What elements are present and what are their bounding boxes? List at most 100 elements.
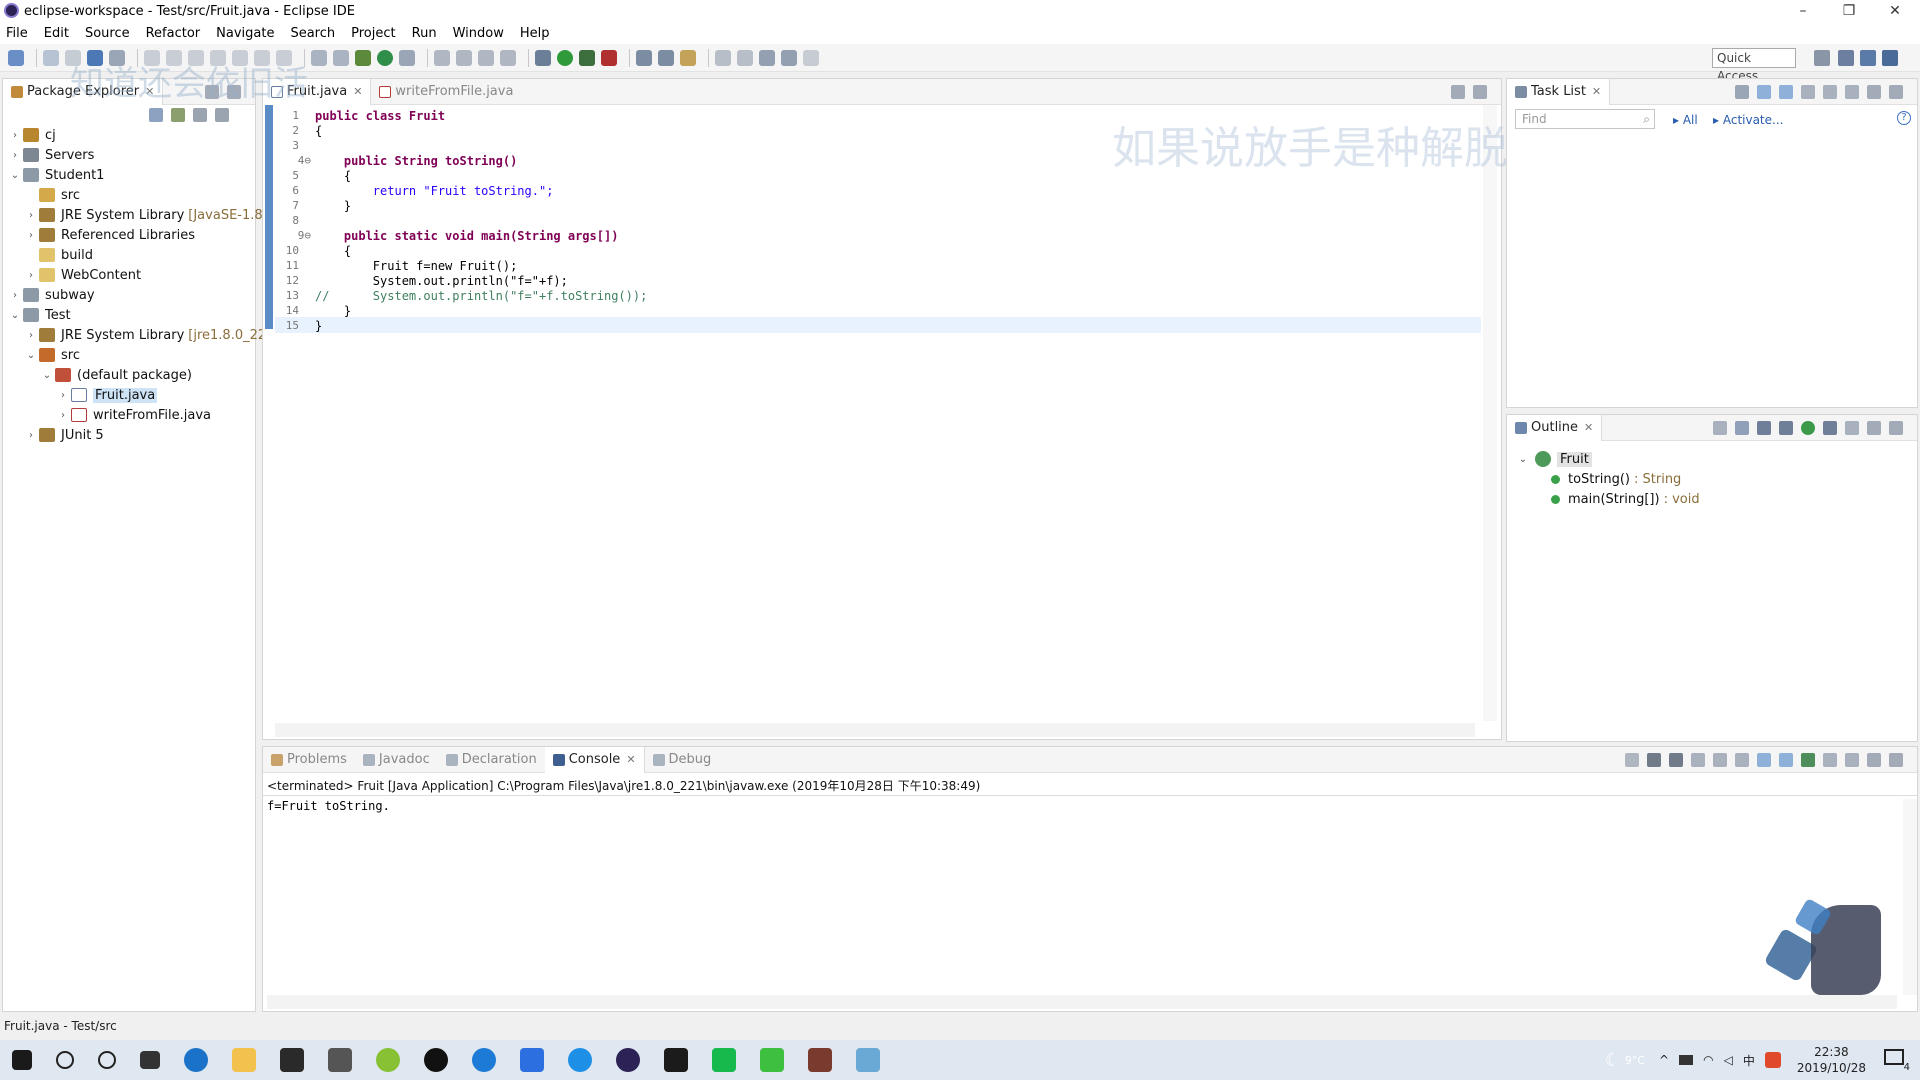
run-icon[interactable] xyxy=(557,49,573,66)
maximize-icon[interactable] xyxy=(1889,752,1903,767)
edge-browser-icon[interactable] xyxy=(184,1048,208,1072)
chevron-right-icon[interactable]: › xyxy=(9,130,21,141)
show-on-stderr-icon[interactable] xyxy=(1779,752,1793,767)
close-icon[interactable]: ✕ xyxy=(626,753,635,766)
debug-perspective-icon[interactable] xyxy=(1860,50,1876,66)
menu-run[interactable]: Run xyxy=(412,26,437,41)
previous-annotation-icon[interactable] xyxy=(737,49,753,66)
maximize-icon[interactable] xyxy=(1473,84,1487,99)
tree-item-referenced-libraries[interactable]: › Referenced Libraries xyxy=(3,225,195,245)
editor-horizontal-scrollbar[interactable] xyxy=(275,723,1475,737)
tab-console[interactable]: Console ✕ xyxy=(544,746,645,773)
store-icon[interactable] xyxy=(280,1048,304,1072)
annotation-next-icon[interactable] xyxy=(680,49,696,66)
categorized-icon[interactable] xyxy=(1757,84,1771,99)
new-java-class-icon[interactable] xyxy=(377,49,393,66)
task-find-input[interactable]: Find ⌕ xyxy=(1515,109,1655,129)
close-icon[interactable]: ✕ xyxy=(353,85,362,98)
new-java-package-icon[interactable] xyxy=(355,49,371,66)
debug-icon[interactable] xyxy=(535,49,551,66)
close-icon[interactable]: ✕ xyxy=(1584,421,1593,434)
task-view-icon[interactable] xyxy=(140,1051,160,1069)
menu-refactor[interactable]: Refactor xyxy=(146,26,201,41)
hide-non-public-icon[interactable] xyxy=(1801,420,1815,435)
file-explorer-icon[interactable] xyxy=(232,1048,256,1072)
chevron-right-icon[interactable]: › xyxy=(25,330,37,341)
volume-icon[interactable]: ◁ xyxy=(1724,1053,1733,1067)
battery-icon[interactable] xyxy=(1679,1055,1694,1065)
pin-console-icon[interactable] xyxy=(1801,752,1815,767)
cortana-icon[interactable] xyxy=(98,1051,116,1069)
terminate-icon[interactable] xyxy=(1625,752,1639,767)
editor-vertical-scrollbar[interactable] xyxy=(1483,105,1497,721)
tab-javadoc[interactable]: Javadoc xyxy=(355,747,438,773)
notification-center-icon[interactable]: 4 xyxy=(1884,1049,1910,1073)
link-with-editor-icon[interactable] xyxy=(171,108,185,122)
focus-on-task-icon[interactable] xyxy=(193,108,207,122)
chevron-down-icon[interactable]: ⌄ xyxy=(9,310,21,321)
save-icon[interactable] xyxy=(43,49,59,66)
menu-project[interactable]: Project xyxy=(351,26,395,41)
menu-search[interactable]: Search xyxy=(290,26,335,41)
focus-icon[interactable] xyxy=(1845,420,1859,435)
iqiyi-icon[interactable] xyxy=(712,1048,736,1072)
sogou-icon[interactable] xyxy=(472,1048,496,1072)
game-icon[interactable] xyxy=(808,1048,832,1072)
chevron-down-icon[interactable]: ⌄ xyxy=(41,370,53,381)
chevron-up-icon[interactable]: ^ xyxy=(1659,1053,1669,1067)
tree-item-junit5[interactable]: › JUnit 5 xyxy=(3,425,104,445)
collapse-all-icon[interactable] xyxy=(149,108,163,122)
scheduled-icon[interactable] xyxy=(1779,84,1793,99)
scroll-lock-icon[interactable] xyxy=(1713,752,1727,767)
code-editor[interactable]: 1 2 3 4⊖ 5 6 7 8 9⊖ 10 11 12 13 14 15 pu… xyxy=(275,105,1481,721)
wifi-icon[interactable]: ◠ xyxy=(1703,1053,1713,1067)
notepad-icon[interactable] xyxy=(856,1048,880,1072)
toggle-mark-occurrences-icon[interactable] xyxy=(434,49,450,66)
tree-item-writefromfile-java[interactable]: › writeFromFile.java xyxy=(3,405,211,425)
chevron-down-icon[interactable]: ⌄ xyxy=(1517,454,1529,465)
chevron-down-icon[interactable]: ⌄ xyxy=(25,350,37,361)
menu-help[interactable]: Help xyxy=(520,26,550,41)
coverage-icon[interactable] xyxy=(579,49,595,66)
tab-outline[interactable]: Outline ✕ xyxy=(1507,414,1603,441)
tree-item-src[interactable]: src xyxy=(3,185,80,205)
minimize-icon[interactable] xyxy=(1867,420,1881,435)
tab-declaration[interactable]: Declaration xyxy=(438,747,545,773)
all-tasks-link[interactable]: ▸ All xyxy=(1673,113,1698,127)
qq-icon[interactable] xyxy=(424,1048,448,1072)
menu-window[interactable]: Window xyxy=(453,26,504,41)
toggle-block-selection-icon[interactable] xyxy=(456,49,472,66)
close-button[interactable]: ✕ xyxy=(1872,0,1918,22)
paragraph-icon[interactable] xyxy=(500,49,516,66)
next-annotation-icon[interactable] xyxy=(715,49,731,66)
chevron-right-icon[interactable]: › xyxy=(9,150,21,161)
mail-icon[interactable] xyxy=(328,1048,352,1072)
chevron-right-icon[interactable]: › xyxy=(57,390,69,401)
tree-item-test[interactable]: ⌄ Test xyxy=(3,305,71,325)
console-horizontal-scrollbar[interactable] xyxy=(267,995,1897,1009)
tree-item-jre-library[interactable]: › JRE System Library [JavaSE-1.8] xyxy=(3,205,268,225)
show-whitespace-icon[interactable] xyxy=(478,49,494,66)
open-console-icon[interactable] xyxy=(1845,752,1859,767)
restore-button[interactable]: ❐ xyxy=(1826,0,1872,22)
minimize-icon[interactable] xyxy=(1867,84,1881,99)
windows-start-icon[interactable] xyxy=(12,1050,32,1070)
console-output[interactable]: f=Fruit toString. xyxy=(267,799,390,813)
last-edit-location-icon[interactable] xyxy=(759,49,775,66)
outline-item-main[interactable]: main(String[]) : void xyxy=(1551,489,1700,509)
maximize-icon[interactable] xyxy=(1889,420,1903,435)
tree-item-servers[interactable]: › Servers xyxy=(3,145,94,165)
chevron-right-icon[interactable]: › xyxy=(25,210,37,221)
minimize-icon[interactable] xyxy=(1451,84,1465,99)
minimize-icon[interactable] xyxy=(1867,752,1881,767)
tree-item-webcontent[interactable]: › WebContent xyxy=(3,265,141,285)
drop-to-frame-icon[interactable] xyxy=(311,49,327,66)
tab-task-list[interactable]: Task List ✕ xyxy=(1507,78,1611,105)
chevron-right-icon[interactable]: › xyxy=(25,270,37,281)
minimize-button[interactable]: – xyxy=(1780,0,1826,22)
new-task-icon[interactable] xyxy=(1735,84,1749,99)
player-icon[interactable] xyxy=(760,1048,784,1072)
clock[interactable]: 22:38 2019/10/28 xyxy=(1797,1044,1866,1076)
activate-task-link[interactable]: ▸ Activate... xyxy=(1713,113,1783,127)
external-tools-icon[interactable] xyxy=(601,49,617,66)
